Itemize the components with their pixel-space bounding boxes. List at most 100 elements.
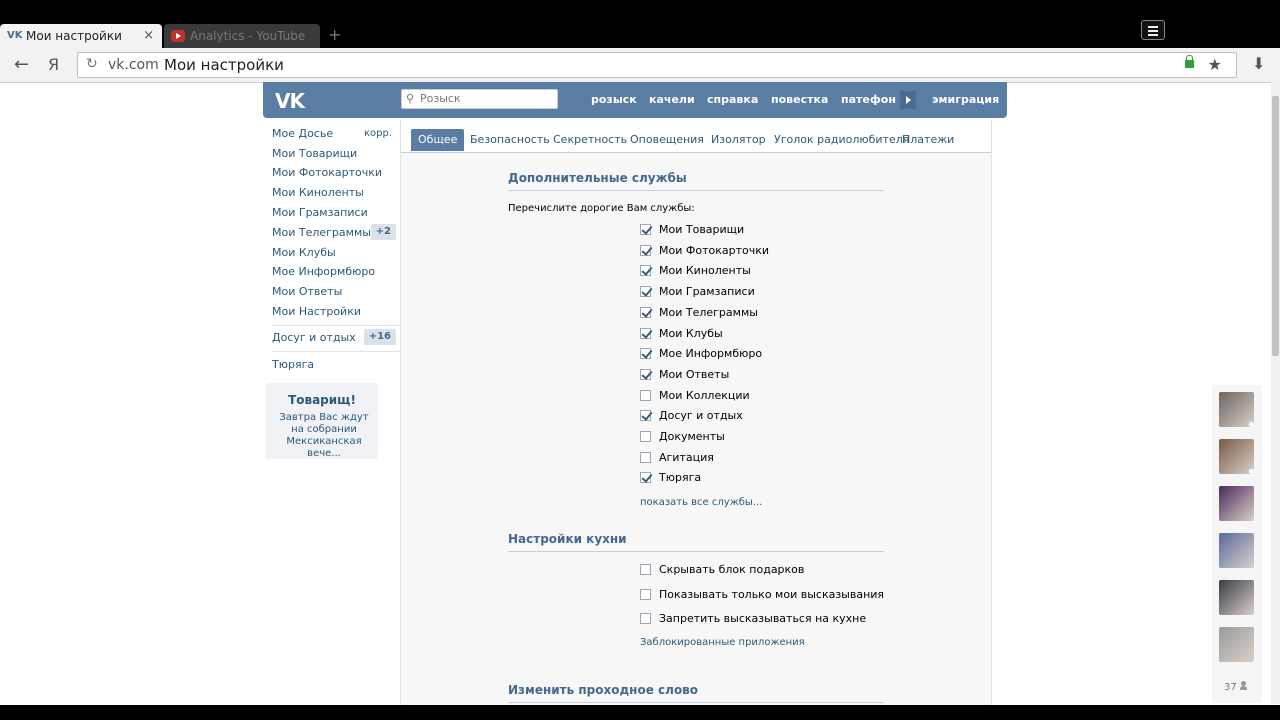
friend-avatar[interactable] [1219,439,1254,474]
checkbox-checked[interactable] [640,286,651,298]
online-indicator [1248,468,1254,474]
tab-radio[interactable]: Уголок радиолюбителя [774,129,909,151]
checkbox-unchecked[interactable] [640,451,651,463]
tab-blacklist[interactable]: Изолятор [711,129,766,151]
service-option-label: Мои Киноленты [659,264,751,278]
sidebar-item-messages[interactable]: Мои Телеграммы +2 [272,224,400,242]
sidebar-item-groups[interactable]: Мои Клубы [272,244,400,262]
nav-agenda[interactable]: повестка [771,93,828,106]
checkbox-checked[interactable] [640,244,651,256]
messages-count-badge: +2 [370,224,396,240]
sidebar-item-label: Мои Телеграммы [272,226,371,239]
checkbox-checked[interactable] [640,327,651,339]
service-option-label: Мои Фотокарточки [659,243,769,257]
service-option-label: Мои Грамзаписи [659,285,755,299]
checkbox-checked[interactable] [640,410,651,422]
service-option-label: Мои Ответы [659,367,730,381]
reload-icon[interactable]: ↻ [86,56,98,72]
ad-title: Товарищ! [288,393,356,407]
settings-content: Общее Безопасность Секретность Оповещени… [400,120,992,720]
search-input[interactable]: ⚲ Розыск [401,89,558,109]
browser-tab-analytics[interactable]: Analytics - YouTube [164,24,320,48]
service-option-label: Мои Товарищи [659,223,745,236]
yandex-icon[interactable]: Я [48,55,59,74]
friend-avatar[interactable] [1219,486,1254,521]
tab-notifications[interactable]: Оповещения [630,129,704,151]
tab-general[interactable]: Общее [411,129,465,151]
tab-privacy[interactable]: Секретность [553,129,627,151]
search-placeholder: Розыск [420,92,461,105]
sidebar-item-leisure[interactable]: Досуг и отдых +16 [272,329,400,347]
service-option-label: Мои Клубы [659,326,723,340]
sidebar-item-jail[interactable]: Тюряга [272,356,400,374]
browser-tabstrip: VK Мои настройки × Analytics - YouTube + [0,0,1280,48]
close-icon[interactable]: × [143,24,154,48]
service-option-label: Мое Информбюро [659,347,763,361]
tab-title: Мои настройки [26,29,122,43]
checkbox-checked[interactable] [640,368,651,380]
checkbox-unchecked[interactable] [640,564,651,575]
sidebar-item-label: Мои Настройки [272,305,361,318]
browser-tab-settings[interactable]: VK Мои настройки × [0,24,162,48]
sidebar-item-videos[interactable]: Мои Киноленты [272,184,400,202]
friend-avatar[interactable] [1219,627,1254,662]
service-option-label: Тюряга [659,471,702,485]
url-host: vk.com [108,57,159,73]
sidebar-item-news[interactable]: Мое Информбюро [272,263,400,281]
lock-icon[interactable] [1185,55,1194,68]
checkbox-unchecked[interactable] [640,389,651,401]
checkbox-checked[interactable] [640,265,651,277]
sidebar-item-settings[interactable]: Мои Настройки [272,303,400,321]
sidebar-item-audio[interactable]: Мои Грамзаписи [272,204,400,222]
checkbox-checked[interactable] [640,472,651,484]
nav-help[interactable]: справка [707,93,758,106]
tab-payments[interactable]: Платежи [902,129,954,151]
nav-music[interactable]: патефон [841,93,896,106]
sidebar-item-friends[interactable]: Мои Товарищи [272,145,400,163]
youtube-icon [171,30,185,42]
nav-search[interactable]: розыск [591,93,637,106]
friends-online-column: 37 [1212,385,1262,703]
blocked-apps-link[interactable]: Заблокированные приложения [640,637,805,648]
checkbox-checked[interactable] [640,306,651,318]
show-all-services-link[interactable]: показать все службы... [640,497,762,508]
nav-play-icon[interactable] [900,91,916,109]
service-option-label: Документы [659,430,725,443]
download-icon[interactable]: ⬇ [1252,54,1265,73]
search-icon: ⚲ [406,92,415,105]
nav-people[interactable]: качели [649,93,695,106]
scrollbar-thumb[interactable] [1272,96,1279,356]
browser-toolbar: ← Я ↻ vk.com Мои настройки ★ ⬇ [0,48,1280,83]
sidebar-item-photos[interactable]: Мои Фотокарточки [272,164,400,182]
menu-divider [272,325,400,326]
service-option-label: Мои Телеграммы [659,305,758,319]
vk-logo[interactable]: VK [275,89,305,113]
checkbox-unchecked[interactable] [640,431,651,442]
menu-icon[interactable] [1141,20,1165,40]
back-arrow-icon[interactable]: ← [14,54,29,75]
nav-logout[interactable]: эмиграция [932,93,999,106]
checkbox-unchecked[interactable] [640,613,651,624]
ad-block[interactable]: Товарищ! Завтра Вас ждут на собрании Мек… [266,383,378,459]
star-icon[interactable]: ★ [1208,55,1222,74]
checkbox-checked[interactable] [640,224,651,235]
friends-count[interactable]: 37 [1224,681,1247,693]
vk-header: VK ⚲ Розыск розыск качели справка повест… [263,82,1007,118]
sidebar-item-answers[interactable]: Мои Ответы [272,283,400,301]
kitchen-option-label: Запретить высказываться на кухне [659,612,867,625]
tab-security[interactable]: Безопасность [470,129,550,151]
service-option-label: Мои Коллекции [659,388,750,402]
sidebar-item-label: Тюряга [272,358,315,371]
kitchen-option-label: Скрывать блок подарков [659,563,805,576]
friend-avatar[interactable] [1219,533,1254,568]
friend-avatar[interactable] [1219,392,1254,427]
bottom-edge [0,705,1280,720]
checkbox-checked[interactable] [640,348,651,360]
services-intro: Перечислите дорогие Вам службы: [508,203,695,214]
address-bar[interactable]: ↻ vk.com Мои настройки ★ [77,52,1237,78]
sidebar-item-dossier[interactable]: Мое Досье корр. [272,125,400,143]
friend-avatar[interactable] [1219,580,1254,615]
edit-link[interactable]: корр. [364,125,392,143]
new-tab-icon[interactable]: + [328,27,342,43]
checkbox-unchecked[interactable] [640,588,651,600]
